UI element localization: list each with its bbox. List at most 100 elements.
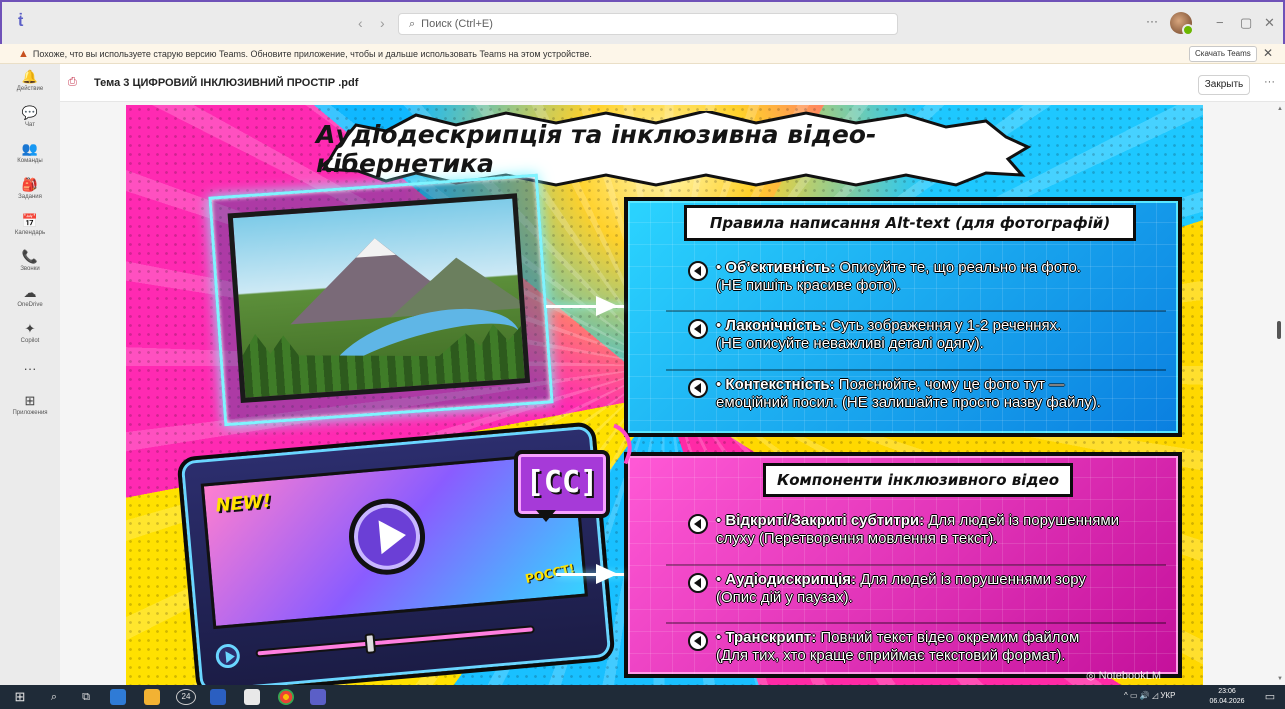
rail-item-2[interactable]: 👥 Команды: [0, 141, 60, 165]
rail-item-label: OneDrive: [17, 302, 43, 308]
teams-window: ṫ ‹ › ⌕ Поиск (Ctrl+E) ··· − ▢ ✕ ▲ Похож…: [0, 0, 1285, 709]
panel-divider: [666, 310, 1166, 312]
assignments-icon: 🎒: [21, 177, 39, 192]
back-button[interactable]: ‹: [358, 15, 363, 31]
avatar[interactable]: [1170, 12, 1194, 36]
speaker-bullet-icon: [688, 514, 708, 534]
document-header: ⎙ Тема 3 ЦИФРОВИЙ ІНКЛЮЗИВНИЙ ПРОСТІР .p…: [60, 64, 1285, 102]
alt_text_panel-item: • Лаконічність: Суть зображення у 1-2 ре…: [688, 317, 1061, 353]
update-banner: ▲ Похоже, что вы используете старую верс…: [0, 44, 1285, 64]
panel-divider: [666, 564, 1166, 566]
title-bar: ṫ ‹ › ⌕ Поиск (Ctrl+E) ··· − ▢ ✕: [0, 0, 1285, 44]
scroll-down-icon[interactable]: ▼: [1277, 676, 1283, 682]
alt_text_panel-item: • Контекстність: Пояснюйте, чому це фото…: [688, 376, 1101, 412]
rail-item-5[interactable]: 📞 Звонки: [0, 249, 60, 273]
rail-item-1[interactable]: 💬 Чат: [0, 105, 60, 129]
banner-text: Похоже, что вы используете старую версию…: [32, 48, 592, 59]
minimize-button[interactable]: −: [1216, 15, 1224, 30]
hill-shape: [386, 252, 530, 318]
chrome-icon[interactable]: [278, 689, 294, 705]
notifications-icon[interactable]: ▭: [1262, 689, 1278, 705]
arrow-to-alt-text-panel: [546, 296, 624, 316]
calls-icon: 📞: [21, 249, 39, 264]
item-term: Транскрипт:: [725, 629, 817, 646]
apps-icon: ⊞: [24, 393, 36, 408]
rail-item-7[interactable]: ✦ Copilot: [0, 322, 60, 345]
vertical-scrollbar[interactable]: [1270, 102, 1285, 685]
rail-item-label: Звонки: [20, 266, 40, 272]
item-term: Лаконічність:: [725, 317, 827, 334]
play-icon: [345, 495, 429, 578]
close-window-button[interactable]: ✕: [1264, 15, 1275, 31]
calendar-icon: 📅: [21, 213, 39, 228]
rail-item-9[interactable]: ⊞ Приложения: [0, 393, 60, 417]
speaker-bullet-icon: [688, 319, 708, 339]
watermark-text: NotebookLM: [1098, 670, 1162, 682]
rail-item-0[interactable]: 🔔 Действие: [0, 69, 60, 93]
rail-item-3[interactable]: 🎒 Задания: [0, 177, 60, 201]
search-input[interactable]: ⌕ Поиск (Ctrl+E): [398, 13, 898, 35]
item-line1: Пояснюйте, чому це фото тут —: [834, 376, 1065, 393]
slide-headline: Аудіодескрипція та інклюзивна відео-кібе…: [316, 120, 877, 178]
journal-icon[interactable]: [244, 689, 260, 705]
rail-item-label: Чат: [25, 122, 35, 128]
download-teams-button[interactable]: Скачать Teams: [1189, 46, 1257, 62]
video-panel-title: Компоненти інклюзивного відео: [763, 463, 1073, 497]
warning-icon: ▲: [18, 47, 29, 60]
bell-icon: 🔔: [21, 69, 39, 84]
banner-close-icon[interactable]: ✕: [1263, 46, 1273, 60]
chat-icon: 💬: [21, 105, 39, 120]
scrollbar-thumb[interactable]: [1277, 321, 1281, 339]
restore-button[interactable]: ▢: [1240, 15, 1252, 31]
rail-item-label: Приложения: [12, 410, 48, 416]
panel-divider: [666, 622, 1166, 624]
forward-button[interactable]: ›: [380, 15, 385, 31]
item-text: • Об’єктивність: Описуйте те, що реально…: [716, 259, 1081, 294]
item-text: • Транскрипт: Повний текст відео окремим…: [716, 629, 1080, 664]
item-line2: (Для тих, хто краще сприймає текстовий ф…: [716, 647, 1066, 664]
item-term: Відкриті/Закриті субтитри:: [725, 512, 925, 529]
video-progress-knob: [364, 633, 377, 654]
item-term: Аудіодискрипція:: [725, 571, 857, 588]
search-placeholder: Поиск (Ctrl+E): [421, 18, 493, 30]
item-text: • Відкриті/Закриті субтитри: Для людей і…: [716, 512, 1120, 547]
language-indicator[interactable]: УКР: [1160, 691, 1175, 700]
item-line1: Для людей із порушеннями: [924, 512, 1120, 529]
search-icon: ⌕: [409, 17, 416, 30]
search-taskbar-icon[interactable]: ⌕: [46, 689, 62, 705]
rail-item-6[interactable]: ☁ OneDrive: [0, 285, 60, 309]
teams-taskbar-icon[interactable]: [310, 689, 326, 705]
speaker-bullet-icon: [688, 378, 708, 398]
system-tray[interactable]: ^ ▭ 🔊 ◿ УКР: [1124, 691, 1175, 700]
document-more-icon[interactable]: ···: [1264, 76, 1275, 88]
rail-item-8[interactable]: ···: [0, 362, 60, 378]
teams-logo-icon[interactable]: ṫ: [18, 13, 23, 31]
item-line2: емоційний посил. (НЕ залишайте просто на…: [716, 394, 1101, 411]
notification-badge[interactable]: 24: [176, 689, 196, 705]
onedrive-icon: ☁: [23, 285, 37, 300]
alt_text_panel-item: • Об’єктивність: Описуйте те, що реально…: [688, 259, 1081, 295]
task-view-icon[interactable]: ⧉: [78, 689, 94, 705]
more-icon: ···: [23, 361, 37, 376]
word-icon[interactable]: [210, 689, 226, 705]
windows-start-icon[interactable]: ⊞: [12, 689, 28, 705]
pinned-app-icon[interactable]: [110, 689, 126, 705]
item-line1: Для людей із порушеннями зору: [856, 571, 1086, 588]
more-options-icon[interactable]: ···: [1146, 14, 1158, 28]
rail-item-label: Команды: [17, 158, 43, 164]
video_panel-item: • Аудіодискрипція: Для людей із порушенн…: [688, 571, 1086, 607]
rail-item-label: Copilot: [20, 338, 40, 344]
clock[interactable]: 23:06 06.04.2026: [1207, 687, 1247, 707]
item-text: • Лаконічність: Суть зображення у 1-2 ре…: [716, 317, 1062, 352]
scroll-up-icon[interactable]: ▲: [1277, 106, 1283, 112]
close-document-button[interactable]: Закрыть: [1198, 75, 1250, 95]
slide-page: Аудіодескрипція та інклюзивна відео-кібе…: [126, 105, 1203, 685]
file-explorer-icon[interactable]: [144, 689, 160, 705]
teams-icon: 👥: [21, 141, 39, 156]
clock-time: 23:06: [1218, 688, 1236, 695]
pdf-viewer[interactable]: Аудіодескрипція та інклюзивна відео-кібе…: [60, 102, 1285, 685]
rail-item-4[interactable]: 📅 Календарь: [0, 213, 60, 237]
speaker-bullet-icon: [688, 261, 708, 281]
new-tag: NEW!: [214, 490, 272, 517]
speaker-bullet-icon: [688, 573, 708, 593]
